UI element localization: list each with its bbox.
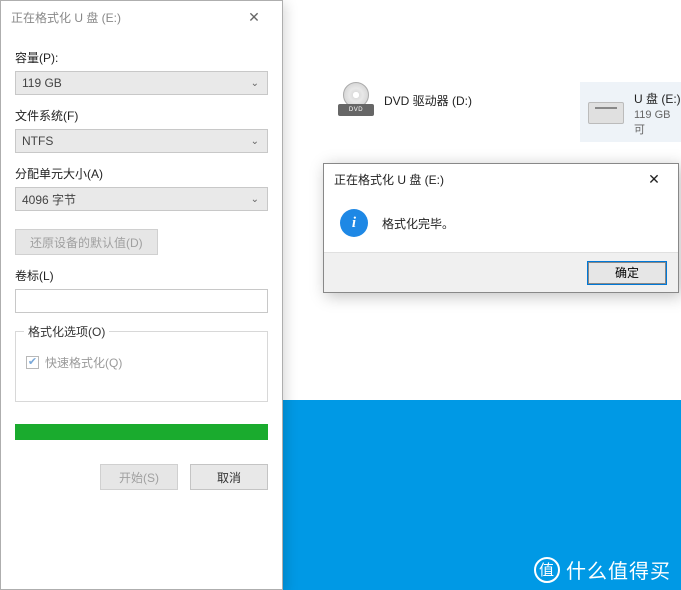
ok-button[interactable]: 确定 <box>588 262 666 284</box>
alloc-label: 分配单元大小(A) <box>15 165 268 182</box>
msgbox-title: 正在格式化 U 盘 (E:) <box>334 171 636 188</box>
format-dialog-title: 正在格式化 U 盘 (E:) <box>11 9 234 26</box>
format-dialog-titlebar[interactable]: 正在格式化 U 盘 (E:) ✕ <box>1 1 282 33</box>
dvd-drive-icon: DVD <box>338 88 374 116</box>
drive-usb[interactable]: U 盘 (E:) 119 GB 可 <box>580 82 681 142</box>
chevron-down-icon: ⌄ <box>251 78 259 89</box>
filesystem-combo[interactable]: NTFS ⌄ <box>15 129 268 153</box>
close-icon[interactable]: ✕ <box>234 9 274 26</box>
watermark-badge: 值 <box>534 557 560 583</box>
usb-drive-label: U 盘 (E:) <box>634 90 681 109</box>
quick-format-label: 快速格式化(Q) <box>45 354 122 371</box>
checkbox-icon: ✔ <box>26 356 39 369</box>
format-dialog: 正在格式化 U 盘 (E:) ✕ 容量(P): 119 GB ⌄ 文件系统(F)… <box>0 0 283 590</box>
capacity-value: 119 GB <box>22 76 62 90</box>
format-options-group: 格式化选项(O) ✔ 快速格式化(Q) <box>15 331 268 402</box>
info-icon: i <box>340 209 368 237</box>
restore-defaults-button[interactable]: 还原设备的默认值(D) <box>15 229 158 255</box>
chevron-down-icon: ⌄ <box>251 194 259 205</box>
start-button[interactable]: 开始(S) <box>100 464 178 490</box>
usb-drive-sub: 119 GB 可 <box>634 109 681 137</box>
filesystem-label: 文件系统(F) <box>15 107 268 124</box>
close-icon[interactable]: ✕ <box>636 171 672 188</box>
usb-drive-icon <box>588 102 624 124</box>
capacity-combo[interactable]: 119 GB ⌄ <box>15 71 268 95</box>
volume-label: 卷标(L) <box>15 267 268 284</box>
chevron-down-icon: ⌄ <box>251 136 259 147</box>
dvd-drive-label: DVD 驱动器 (D:) <box>384 92 472 111</box>
msgbox-titlebar[interactable]: 正在格式化 U 盘 (E:) ✕ <box>324 164 678 194</box>
watermark: 值 什么值得买 <box>534 555 671 584</box>
capacity-label: 容量(P): <box>15 49 268 66</box>
msgbox-message: 格式化完毕。 <box>382 215 454 232</box>
cancel-button[interactable]: 取消 <box>190 464 268 490</box>
format-complete-msgbox: 正在格式化 U 盘 (E:) ✕ i 格式化完毕。 确定 <box>323 163 679 293</box>
alloc-value: 4096 字节 <box>22 191 76 208</box>
drive-dvd[interactable]: DVD DVD 驱动器 (D:) <box>338 88 472 116</box>
volume-input[interactable] <box>15 289 268 313</box>
format-progress-bar <box>15 424 268 440</box>
watermark-text: 什么值得买 <box>566 555 671 584</box>
quick-format-checkbox[interactable]: ✔ 快速格式化(Q) <box>26 354 257 371</box>
format-options-legend: 格式化选项(O) <box>24 323 109 340</box>
alloc-combo[interactable]: 4096 字节 ⌄ <box>15 187 268 211</box>
filesystem-value: NTFS <box>22 134 53 148</box>
